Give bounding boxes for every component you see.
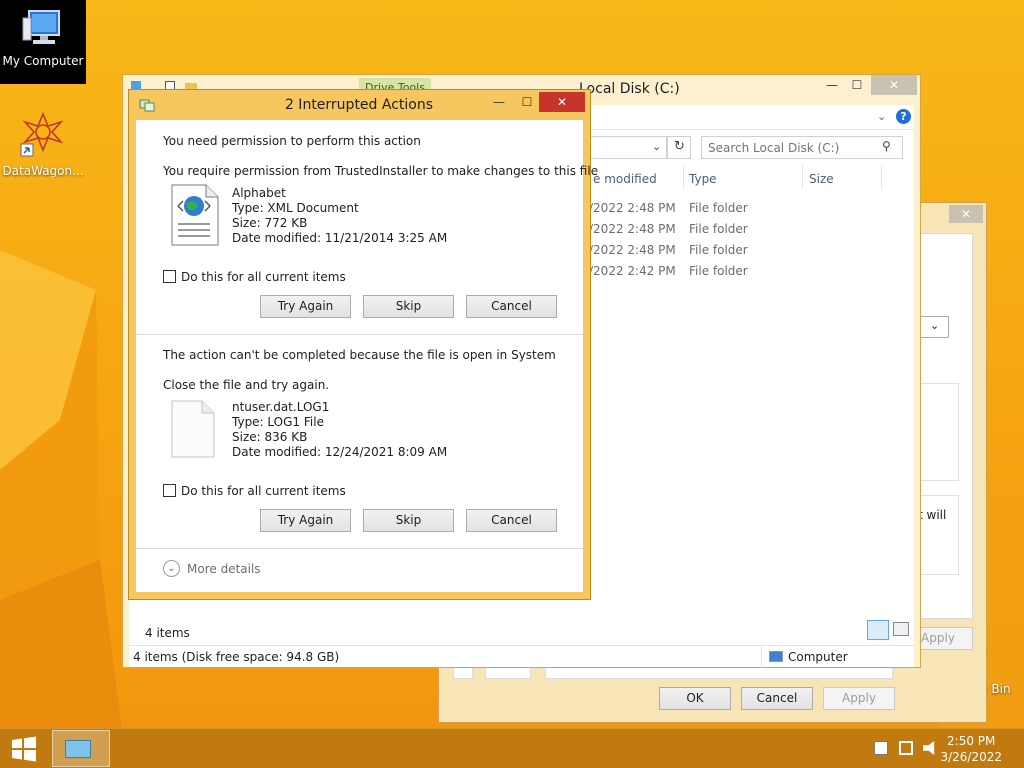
section2-heading: The action can't be completed because th… <box>163 348 556 362</box>
network-icon[interactable] <box>899 741 913 755</box>
column-header-size[interactable]: Size <box>809 172 834 186</box>
explorer-title: Local Disk (C:) <box>579 81 680 97</box>
table-row[interactable]: /2022 2:42 PM File folder <box>589 264 889 284</box>
datawagon-icon <box>20 111 64 157</box>
section2-file-type: Type: LOG1 File <box>232 415 324 429</box>
section2-try-again-button[interactable]: Try Again <box>260 509 351 532</box>
address-bar[interactable]: ⌄ <box>589 136 667 159</box>
apply-button[interactable]: Apply <box>823 687 895 710</box>
dialog-body: You need permission to perform this acti… <box>136 120 598 592</box>
computer-icon <box>769 651 783 662</box>
row-date: /2022 2:48 PM <box>589 201 676 215</box>
section2-file-date: Date modified: 12/24/2021 8:09 AM <box>232 445 448 459</box>
section2-skip-button[interactable]: Skip <box>363 509 454 532</box>
status-divider <box>761 646 762 668</box>
refresh-button[interactable]: ↻ <box>667 136 691 159</box>
properties-cancel-button[interactable]: Cancel <box>741 687 813 710</box>
table-row[interactable]: /2022 2:48 PM File folder <box>589 201 889 221</box>
generic-file-icon <box>171 400 215 458</box>
table-row[interactable]: /2022 2:48 PM File folder <box>589 243 889 263</box>
column-divider-1 <box>683 165 684 189</box>
ok-button[interactable]: OK <box>659 687 731 710</box>
section1-cancel-button[interactable]: Cancel <box>466 295 557 318</box>
section2-file-size: Size: 836 KB <box>232 430 308 444</box>
section2-cancel-button[interactable]: Cancel <box>466 509 557 532</box>
properties-group-box-2: t will <box>917 495 959 575</box>
address-dropdown-icon[interactable]: ⌄ <box>652 140 661 153</box>
section1-checkbox[interactable] <box>163 270 176 283</box>
properties-close-button[interactable]: ✕ <box>949 205 983 223</box>
section1-file-type: Type: XML Document <box>232 201 359 215</box>
column-divider-3 <box>881 165 882 189</box>
maximize-button[interactable]: ☐ <box>843 75 871 95</box>
clock-time: 2:50 PM <box>947 734 996 748</box>
properties-group-box-1 <box>917 383 959 481</box>
details-view-icon[interactable] <box>867 620 889 640</box>
section2-file-name: ntuser.dat.LOG1 <box>232 400 330 414</box>
section-separator <box>136 334 583 335</box>
datawagon-desktop-icon[interactable]: DataWagon... <box>0 111 86 178</box>
ribbon-expand-icon[interactable]: ⌄ <box>877 110 886 123</box>
large-icons-view-icon[interactable] <box>893 622 909 636</box>
dialog-minimize-button[interactable]: — <box>485 92 513 112</box>
search-icon[interactable]: ⚲ <box>882 139 891 153</box>
section2-checkbox-label[interactable]: Do this for all current items <box>181 484 346 498</box>
xml-document-icon <box>171 184 219 246</box>
properties-partial-text: t will <box>918 508 947 522</box>
item-count: 4 items <box>145 626 190 640</box>
status-left: 4 items (Disk free space: 94.8 GB) <box>133 650 340 664</box>
column-header-date[interactable]: e modified <box>593 172 657 186</box>
chevron-down-icon: ⌄ <box>930 319 940 332</box>
search-box[interactable]: ⚲ <box>701 136 903 159</box>
my-computer-desktop-icon[interactable]: My Computer <box>0 0 86 84</box>
computer-icon <box>22 10 60 44</box>
volume-muted-icon[interactable] <box>923 741 935 755</box>
section1-file-date: Date modified: 11/21/2014 3:25 AM <box>232 231 448 245</box>
interrupted-actions-dialog: 2 Interrupted Actions — ☐ ✕ You need per… <box>128 89 598 600</box>
close-button[interactable]: ✕ <box>871 75 917 95</box>
more-details-link[interactable]: More details <box>187 562 261 576</box>
chevron-down-icon[interactable]: ⌄ <box>163 560 180 577</box>
table-row[interactable]: /2022 2:48 PM File folder <box>589 222 889 242</box>
action-center-flag-icon[interactable] <box>874 741 888 755</box>
section1-heading: You need permission to perform this acti… <box>163 134 421 148</box>
file-explorer-icon <box>65 740 91 758</box>
minimize-button[interactable]: — <box>818 75 846 95</box>
section2-message: Close the file and try again. <box>163 378 330 392</box>
dialog-close-button[interactable]: ✕ <box>539 92 585 112</box>
section2-checkbox[interactable] <box>163 484 176 497</box>
datawagon-label: DataWagon... <box>2 164 84 178</box>
section-separator <box>136 548 583 549</box>
column-divider-2 <box>802 165 803 189</box>
taskbar: 2:50 PM 3/26/2022 <box>0 728 1024 768</box>
search-input[interactable] <box>708 140 878 156</box>
status-bar: 4 items (Disk free space: 94.8 GB) Compu… <box>129 645 914 668</box>
row-type: File folder <box>689 222 748 236</box>
my-computer-label: My Computer <box>2 54 84 68</box>
row-type: File folder <box>689 264 748 278</box>
section1-try-again-button[interactable]: Try Again <box>260 295 351 318</box>
help-icon[interactable]: ? <box>896 109 911 124</box>
clock[interactable]: 2:50 PM 3/26/2022 <box>940 733 1002 765</box>
section1-file-size: Size: 772 KB <box>232 216 308 230</box>
section1-skip-button[interactable]: Skip <box>363 295 454 318</box>
start-button-icon[interactable] <box>10 735 38 763</box>
taskbar-explorer-button[interactable] <box>52 730 110 767</box>
section1-file-name: Alphabet <box>232 186 286 200</box>
section1-checkbox-label[interactable]: Do this for all current items <box>181 270 346 284</box>
desktop: My Computer DataWagon... Recycle Bin ✕ ⌄ <box>0 0 1024 728</box>
row-date: /2022 2:42 PM <box>589 264 676 278</box>
row-date: /2022 2:48 PM <box>589 222 676 236</box>
column-header-type[interactable]: Type <box>689 172 717 186</box>
clock-date: 3/26/2022 <box>940 750 1002 764</box>
row-type: File folder <box>689 243 748 257</box>
status-right: Computer <box>788 650 848 664</box>
row-type: File folder <box>689 201 748 215</box>
refresh-icon: ↻ <box>674 139 685 154</box>
dialog-maximize-button[interactable]: ☐ <box>513 92 541 112</box>
section1-message: You require permission from TrustedInsta… <box>163 164 599 178</box>
row-date: /2022 2:48 PM <box>589 243 676 257</box>
